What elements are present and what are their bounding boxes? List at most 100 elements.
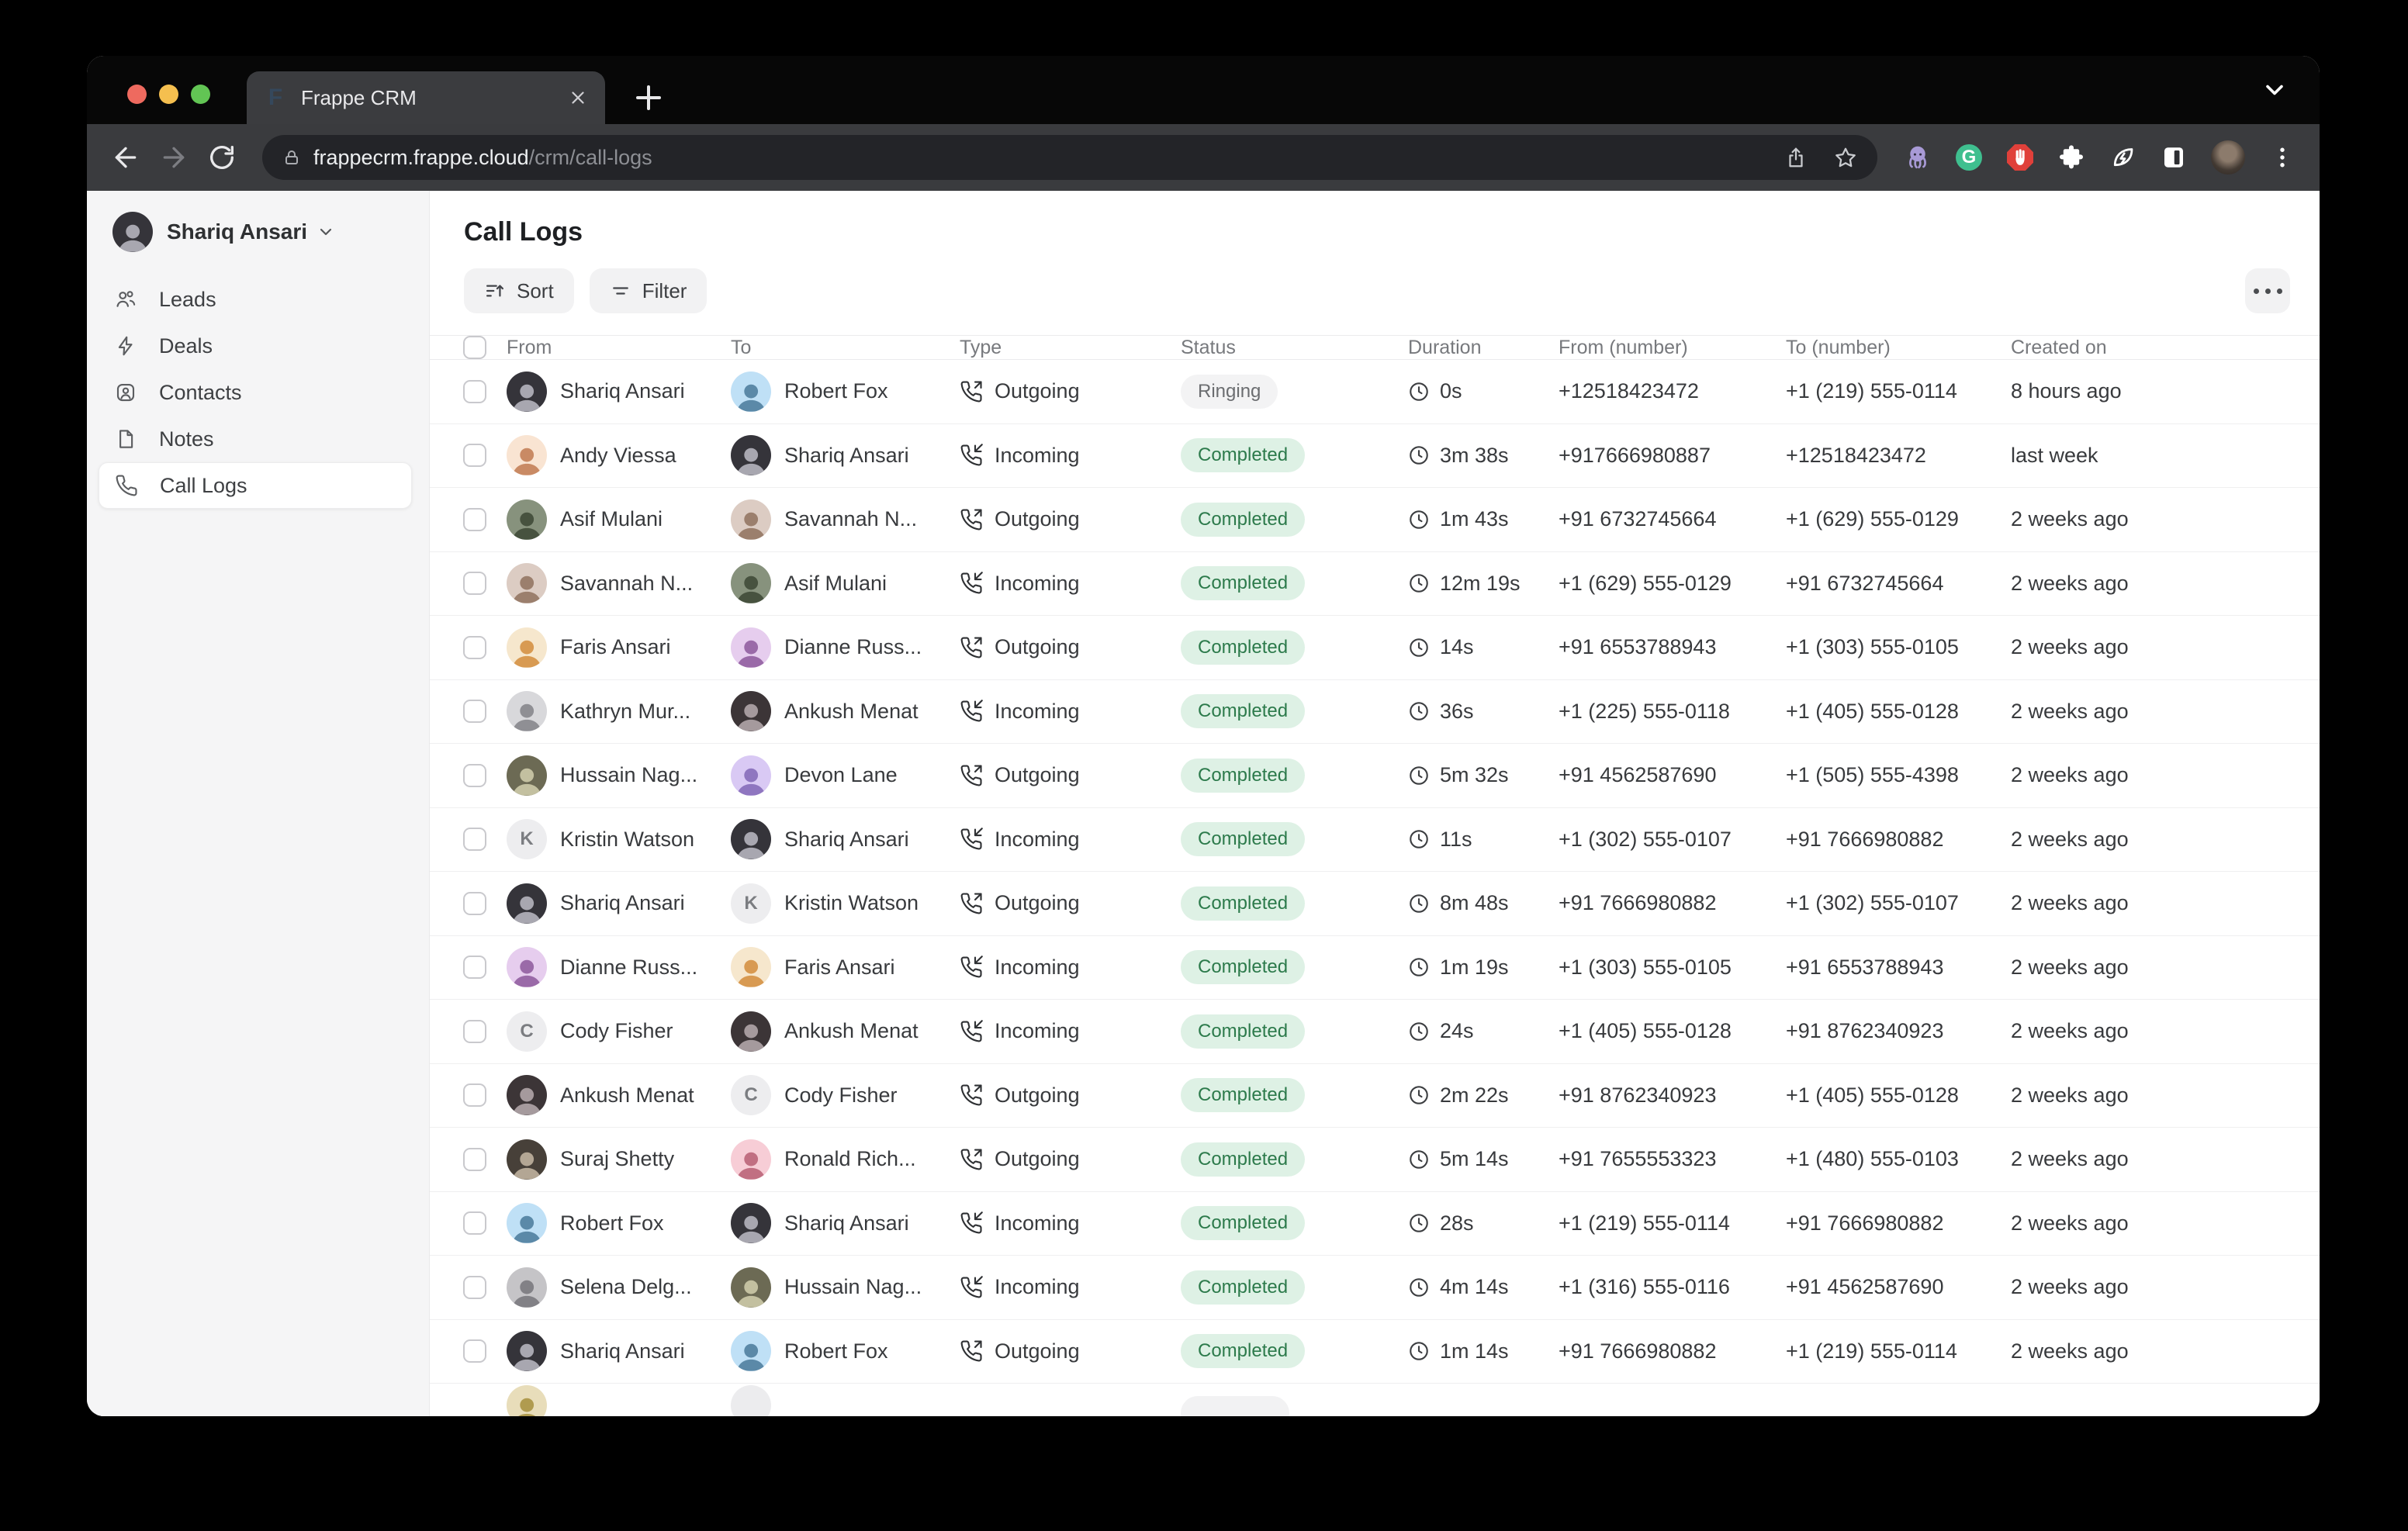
col-header-from[interactable]: From: [507, 337, 731, 359]
sidebar-item-leads[interactable]: Leads: [99, 276, 412, 323]
col-header-type[interactable]: Type: [960, 337, 1181, 359]
tab-overflow-chevron-icon[interactable]: [2261, 76, 2289, 104]
main-content: Call Logs Sort Filter: [430, 191, 2320, 1416]
browser-menu-icon[interactable]: [2268, 143, 2296, 171]
to-number: +91 7666980882: [1786, 828, 2011, 852]
to-number: +91 6732745664: [1786, 572, 2011, 596]
row-checkbox[interactable]: [463, 700, 486, 723]
created-on: 2 weeks ago: [2011, 1211, 2320, 1236]
row-checkbox[interactable]: [463, 956, 486, 979]
adblock-extension-icon[interactable]: [2006, 143, 2034, 171]
table-row[interactable]: Robert Fox Shariq Ansari Incoming Comple…: [430, 1192, 2320, 1256]
minimize-window-button[interactable]: [159, 85, 178, 104]
row-checkbox[interactable]: [463, 1339, 486, 1363]
row-checkbox[interactable]: [463, 444, 486, 467]
table-row[interactable]: Selena Delg... Hussain Nag... Incoming C…: [430, 1256, 2320, 1320]
created-on: 2 weeks ago: [2011, 1147, 2320, 1171]
share-icon[interactable]: [1784, 146, 1808, 169]
table-row[interactable]: Kathryn Mur... Ankush Menat Incoming Com…: [430, 680, 2320, 745]
col-header-from-number[interactable]: From (number): [1559, 337, 1786, 359]
table-row[interactable]: Asif Mulani Savannah N... Outgoing Compl…: [430, 488, 2320, 552]
col-header-status[interactable]: Status: [1181, 337, 1408, 359]
type-cell: Incoming: [960, 700, 1181, 724]
url-bar[interactable]: frappecrm.frappe.cloud/crm/call-logs: [262, 135, 1877, 180]
row-checkbox[interactable]: [463, 508, 486, 531]
contacts-person-icon: [114, 381, 137, 404]
row-checkbox[interactable]: [463, 1083, 486, 1107]
table-row[interactable]: Andy Viessa Shariq Ansari Incoming Compl…: [430, 424, 2320, 489]
github-octopus-extension-icon[interactable]: [1904, 143, 1932, 171]
from-avatar: [507, 1331, 547, 1371]
row-checkbox[interactable]: [463, 1148, 486, 1171]
col-header-created-on[interactable]: Created on: [2011, 337, 2320, 359]
fullscreen-window-button[interactable]: [191, 85, 210, 104]
status-badge: Completed: [1181, 438, 1305, 472]
grammarly-extension-icon[interactable]: G: [1955, 143, 1983, 171]
from-avatar: [507, 563, 547, 603]
table-row[interactable]: Savannah N... Asif Mulani Incoming Compl…: [430, 552, 2320, 617]
col-header-to[interactable]: To: [731, 337, 960, 359]
table-row[interactable]: K Kristin Watson Shariq Ansari Incoming …: [430, 808, 2320, 873]
to-number: +1 (405) 555-0128: [1786, 700, 2011, 724]
row-checkbox[interactable]: [463, 1276, 486, 1299]
tab-close-icon[interactable]: [568, 88, 588, 108]
table-row[interactable]: Shariq Ansari Robert Fox Outgoing Comple…: [430, 1320, 2320, 1384]
clock-icon: [1408, 828, 1430, 850]
row-checkbox[interactable]: [463, 380, 486, 403]
table-row[interactable]: Ankush Menat C Cody Fisher Outgoing Comp…: [430, 1064, 2320, 1128]
created-on: 2 weeks ago: [2011, 1019, 2320, 1043]
to-cell: Shariq Ansari: [731, 1203, 960, 1243]
chevron-down-icon: [317, 223, 335, 241]
type-cell: Outgoing: [960, 1083, 1181, 1108]
sidebar-item-notes[interactable]: Notes: [99, 416, 412, 462]
table-row[interactable]: Shariq Ansari Robert Fox Outgoing Ringin…: [430, 360, 2320, 424]
sidebar-panel-extension-icon[interactable]: [2160, 143, 2188, 171]
extensions-puzzle-icon[interactable]: [2057, 143, 2085, 171]
table-row[interactable]: Hussain Nag... Devon Lane Outgoing Compl…: [430, 744, 2320, 808]
sidebar-item-contacts[interactable]: Contacts: [99, 369, 412, 416]
type-cell: Outgoing: [960, 891, 1181, 915]
reload-button[interactable]: [206, 142, 237, 173]
page-title: Call Logs: [464, 216, 2320, 248]
row-checkbox[interactable]: [463, 764, 486, 787]
forward-button[interactable]: [158, 142, 189, 173]
sort-icon: [484, 280, 506, 302]
col-header-duration[interactable]: Duration: [1408, 337, 1559, 359]
table-row-partial[interactable]: [430, 1384, 2320, 1416]
bookmark-star-icon[interactable]: [1834, 146, 1857, 169]
back-button[interactable]: [110, 142, 141, 173]
new-tab-button[interactable]: [630, 79, 667, 116]
col-header-to-number[interactable]: To (number): [1786, 337, 2011, 359]
clock-icon: [1408, 700, 1430, 722]
status-badge: Completed: [1181, 503, 1305, 537]
row-checkbox[interactable]: [463, 636, 486, 659]
sidebar-item-call-logs[interactable]: Call Logs: [99, 462, 412, 509]
table-row[interactable]: Dianne Russ... Faris Ansari Incoming Com…: [430, 936, 2320, 1001]
filter-button[interactable]: Filter: [590, 268, 708, 313]
row-checkbox[interactable]: [463, 1020, 486, 1043]
leads-people-icon: [114, 288, 137, 311]
sidebar-item-deals[interactable]: Deals: [99, 323, 412, 369]
user-menu[interactable]: Shariq Ansari: [112, 211, 429, 253]
close-window-button[interactable]: [127, 85, 147, 104]
select-all-checkbox[interactable]: [463, 336, 486, 359]
type-cell: Outgoing: [960, 507, 1181, 531]
incoming-call-icon: [960, 956, 983, 979]
row-checkbox[interactable]: [463, 828, 486, 851]
table-row[interactable]: Shariq Ansari K Kristin Watson Outgoing …: [430, 872, 2320, 936]
row-checkbox[interactable]: [463, 892, 486, 915]
sort-button[interactable]: Sort: [464, 268, 574, 313]
outgoing-call-icon: [960, 508, 983, 531]
row-checkbox[interactable]: [463, 1211, 486, 1235]
user-name: Shariq Ansari: [167, 219, 307, 244]
from-number: +91 6553788943: [1559, 635, 1786, 659]
leaf-energy-extension-icon[interactable]: [2109, 143, 2136, 171]
more-options-button[interactable]: [2245, 268, 2290, 313]
table-row[interactable]: Suraj Shetty Ronald Rich... Outgoing Com…: [430, 1128, 2320, 1192]
browser-profile-avatar[interactable]: [2211, 140, 2245, 175]
browser-tab[interactable]: F Frappe CRM: [247, 71, 605, 124]
to-cell: Faris Ansari: [731, 947, 960, 987]
row-checkbox[interactable]: [463, 572, 486, 595]
table-row[interactable]: Faris Ansari Dianne Russ... Outgoing Com…: [430, 616, 2320, 680]
table-row[interactable]: C Cody Fisher Ankush Menat Incoming Comp…: [430, 1000, 2320, 1064]
